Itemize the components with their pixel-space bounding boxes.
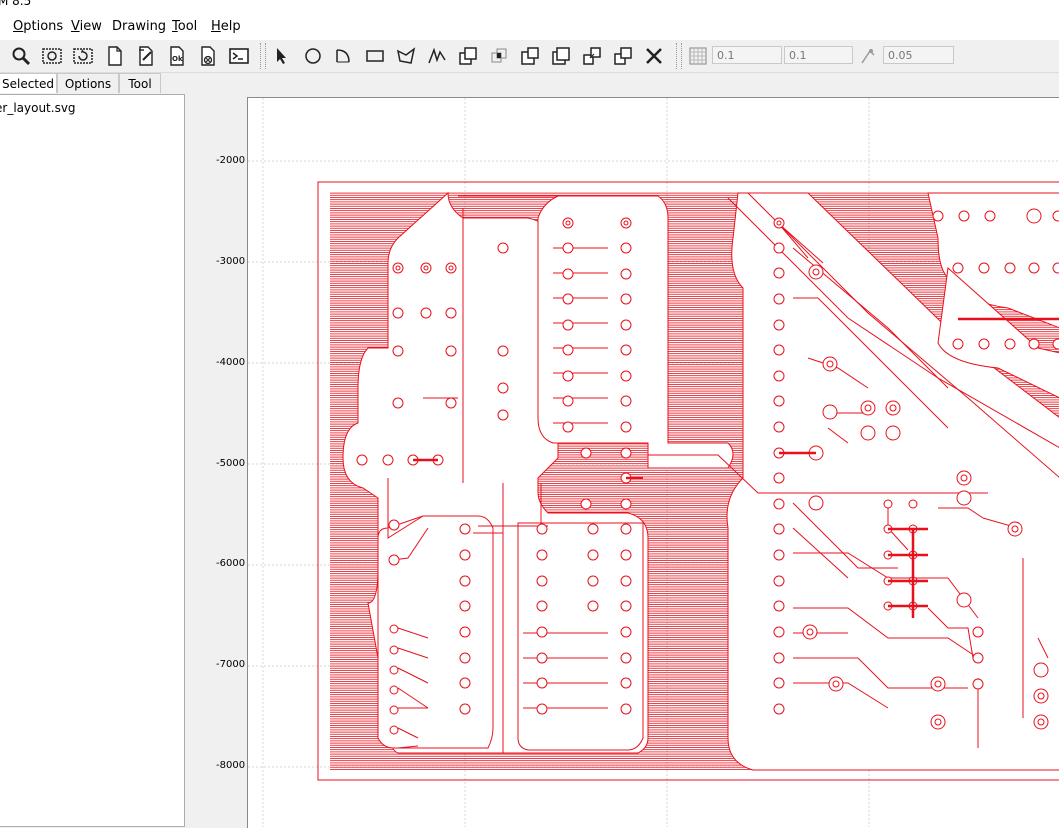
rectangle-icon[interactable]	[363, 44, 387, 68]
grid-y-input[interactable]	[784, 46, 853, 64]
circle-icon[interactable]	[301, 44, 325, 68]
menu-tool[interactable]: Tool	[172, 19, 197, 34]
pcb-layout-drawing[interactable]	[248, 98, 1059, 827]
polygon-icon[interactable]	[394, 44, 418, 68]
snap-input[interactable]	[883, 46, 954, 64]
menu-drawing[interactable]: Drawing	[112, 19, 166, 34]
move-icon[interactable]	[580, 44, 604, 68]
delete-icon[interactable]	[642, 44, 666, 68]
union-icon[interactable]	[456, 44, 480, 68]
zoom-icon[interactable]	[9, 44, 33, 68]
intersect-icon[interactable]	[487, 44, 511, 68]
tab-options[interactable]: Options	[57, 73, 119, 93]
tree-file-item[interactable]: er_layout.svg	[0, 101, 76, 115]
menu-bar: Options View Drawing Tool Help	[0, 14, 1059, 41]
refresh-icon[interactable]	[71, 44, 95, 68]
grid-icon[interactable]	[686, 44, 710, 68]
snap-icon[interactable]	[856, 44, 880, 68]
shell-icon[interactable]	[227, 44, 251, 68]
tab-selected[interactable]: Selected	[0, 73, 57, 93]
toolbar-separator	[260, 43, 266, 69]
menu-help[interactable]: Help	[211, 19, 241, 34]
path-icon[interactable]	[425, 44, 449, 68]
window-title-bar: M 8.5	[0, 0, 1059, 14]
menu-options[interactable]: Options	[13, 19, 63, 34]
close-file-icon[interactable]	[196, 44, 220, 68]
y-axis-label: -4000	[216, 357, 246, 368]
y-axis-label: -6000	[216, 558, 246, 569]
grid-x-input[interactable]	[712, 46, 782, 64]
arc-icon[interactable]	[332, 44, 356, 68]
y-axis-label: -2000	[216, 155, 246, 166]
edit-file-icon[interactable]	[134, 44, 158, 68]
ok-file-icon[interactable]: Ok	[165, 44, 189, 68]
window-title: M 8.5	[0, 0, 32, 8]
main-toolbar: Ok	[0, 40, 1059, 73]
tab-tool[interactable]: Tool	[119, 73, 161, 93]
new-file-icon[interactable]	[103, 44, 127, 68]
project-tree: er_layout.svg	[0, 94, 185, 827]
svg-text:Ok: Ok	[172, 55, 183, 63]
menu-view[interactable]: View	[71, 19, 102, 34]
pointer-icon[interactable]	[270, 44, 294, 68]
y-axis-label: -3000	[216, 256, 246, 267]
y-axis-label: -5000	[216, 458, 246, 469]
zoom-fit-icon[interactable]	[40, 44, 64, 68]
y-axis-label: -7000	[216, 659, 246, 670]
copy-icon[interactable]	[611, 44, 635, 68]
toolbar-separator	[676, 43, 682, 69]
y-axis-label: -8000	[216, 760, 246, 771]
pcb-board	[317, 181, 1059, 781]
exclude-icon[interactable]	[549, 44, 573, 68]
subtract-icon[interactable]	[518, 44, 542, 68]
side-tab-bar: Selected Options Tool	[0, 73, 186, 94]
